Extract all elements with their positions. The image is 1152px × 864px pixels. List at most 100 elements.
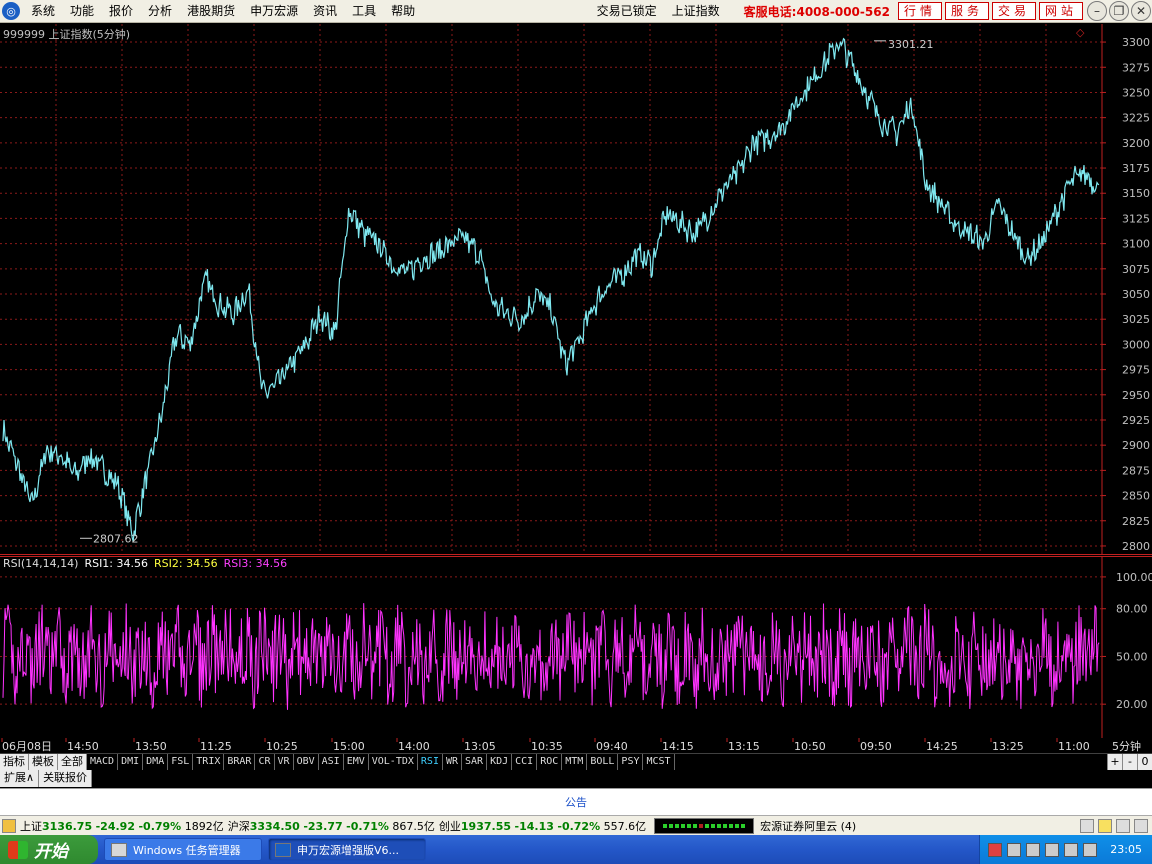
notice-link[interactable]: 公告 — [565, 796, 587, 809]
task-manager-task[interactable]: Windows 任务管理器 — [104, 838, 262, 861]
add-indicator-button[interactable]: + — [1107, 754, 1122, 770]
y-tick-label: 3225 — [1122, 112, 1150, 125]
rsi-chart[interactable]: 100.00 80.00 50.00 20.00 — [0, 556, 1152, 738]
indicator-tab-roc[interactable]: ROC — [537, 754, 563, 770]
tab-indicator[interactable]: 指标 — [0, 754, 29, 770]
time-tick-label: 09:40 — [596, 740, 628, 753]
indicator-tab-macd[interactable]: MACD — [87, 754, 119, 770]
tray-volume-icon[interactable] — [1045, 842, 1060, 857]
close-icon[interactable]: ✕ — [1131, 1, 1151, 21]
indicator-tab-mtm[interactable]: MTM — [562, 754, 588, 770]
y-tick-label: 3250 — [1122, 86, 1150, 99]
rsi-label: RSI(14,14,14) — [3, 557, 79, 570]
rsi-legend: RSI(14,14,14) RSI1: 34.56 RSI2: 34.56 RS… — [3, 557, 287, 570]
swhy-task[interactable]: 申万宏源增强版V6... — [268, 838, 426, 861]
indicator-tab-rsi[interactable]: RSI — [418, 754, 443, 770]
tab-template[interactable]: 模板 — [29, 754, 58, 770]
y-tick-label: 2900 — [1122, 439, 1150, 452]
indicator-tab-vr[interactable]: VR — [275, 754, 294, 770]
indicator-tab-fsl[interactable]: FSL — [168, 754, 194, 770]
minimize-icon[interactable]: – — [1087, 1, 1107, 21]
signal-dot — [723, 823, 728, 828]
indicator-tab-obv[interactable]: OBV — [294, 754, 319, 770]
tab-all[interactable]: 全部 — [58, 754, 87, 770]
quotes-button[interactable]: 行情 — [897, 2, 942, 20]
indicator-tab-cr[interactable]: CR — [255, 754, 275, 770]
tray-network-icon[interactable] — [1026, 842, 1041, 857]
start-button[interactable]: 开始 — [0, 835, 98, 864]
y-tick-label: 2825 — [1122, 515, 1150, 528]
menu-swhy[interactable]: 申万宏源 — [245, 0, 308, 22]
trade-lock-status[interactable]: 交易已锁定 — [592, 0, 667, 22]
indicator-tab-trix[interactable]: TRIX — [193, 754, 225, 770]
index-chinext[interactable]: 创业1937.55 -14.13 -0.72% 557.6亿 — [439, 818, 646, 834]
server-name[interactable]: 宏源证券阿里云 (4) — [760, 818, 856, 834]
window-icon[interactable] — [1080, 818, 1094, 833]
indicator-tab-kdj[interactable]: KDJ — [487, 754, 513, 770]
signal-dot — [711, 823, 716, 828]
menu-news[interactable]: 资讯 — [308, 0, 347, 22]
tray-update-icon[interactable] — [1083, 842, 1098, 857]
menu-bar: ◎ 系统 功能 报价 分析 港股期货 申万宏源 资讯 工具 帮助 交易已锁定 上… — [0, 0, 1152, 23]
indicator-tab-vol-tdx[interactable]: VOL-TDX — [369, 754, 418, 770]
connection-signal-icon — [654, 817, 755, 834]
task-label: Windows 任务管理器 — [133, 843, 241, 857]
remove-indicator-button[interactable]: - — [1122, 754, 1137, 770]
expand-button[interactable]: 扩展∧ — [0, 770, 40, 787]
time-tick-label: 11:25 — [200, 740, 232, 753]
restore-icon[interactable]: ❐ — [1109, 1, 1129, 21]
menu-function[interactable]: 功能 — [65, 0, 104, 22]
reset-indicator-button[interactable]: 0 — [1137, 754, 1152, 770]
indicator-tab-boll[interactable]: BOLL — [587, 754, 619, 770]
price-chart[interactable]: 3300 3275 3250 3225 3200 3175 3150 3125 3100 3075… — [0, 24, 1152, 555]
menu-help[interactable]: 帮助 — [386, 0, 425, 22]
time-tick-label: 13:50 — [135, 740, 167, 753]
settings-icon[interactable] — [1134, 818, 1148, 833]
tray-keyboard-icon[interactable] — [1007, 842, 1022, 857]
time-tick-label: 14:50 — [67, 740, 99, 753]
indicator-tab-mcst[interactable]: MCST — [643, 754, 675, 770]
task-manager-icon — [111, 842, 127, 857]
tray-security-icon[interactable] — [1064, 842, 1079, 857]
indicator-tab-dma[interactable]: DMA — [143, 754, 169, 770]
indicator-tab-sar[interactable]: SAR — [462, 754, 488, 770]
status-bar: 上证3136.75 -24.92 -0.79% 1892亿 沪深3334.50 … — [0, 815, 1152, 835]
period-label[interactable]: 5分钟 — [1104, 738, 1152, 753]
menu-tools[interactable]: 工具 — [347, 0, 386, 22]
bulb-icon[interactable] — [1098, 818, 1112, 833]
related-quotes-button[interactable]: 关联报价 — [39, 770, 93, 787]
menu-quote[interactable]: 报价 — [104, 0, 143, 22]
indicator-tab-brar[interactable]: BRAR — [224, 754, 256, 770]
indicator-tab-dmi[interactable]: DMI — [118, 754, 144, 770]
y-tick-label: 2800 — [1122, 540, 1150, 553]
antenna-icon[interactable] — [1116, 818, 1130, 833]
indicator-tab-asi[interactable]: ASI — [319, 754, 344, 770]
indicator-tab-psy[interactable]: PSY — [618, 754, 644, 770]
chart-title: 999999 上证指数(5分钟) — [3, 28, 131, 41]
swhy-app-icon — [275, 842, 291, 857]
low-label: 2807.62 — [93, 532, 139, 545]
indicator-tab-emv[interactable]: EMV — [344, 754, 369, 770]
rsi1-value: RSI1: 34.56 — [84, 557, 148, 570]
tray-app-icon[interactable] — [988, 842, 1003, 857]
menu-analysis[interactable]: 分析 — [143, 0, 182, 22]
signal-dot — [705, 823, 710, 828]
time-tick-label: 10:25 — [266, 740, 298, 753]
signal-dot — [663, 823, 668, 828]
menu-hk-futures[interactable]: 港股期货 — [182, 0, 245, 22]
menu-system[interactable]: 系统 — [26, 0, 65, 22]
website-button[interactable]: 网站 — [1038, 2, 1083, 20]
rsi-tick-label: 100.00 — [1116, 571, 1152, 584]
indicator-tab-cci[interactable]: CCI — [512, 754, 538, 770]
service-button[interactable]: 服务 — [944, 2, 989, 20]
index-shanghai[interactable]: 上证3136.75 -24.92 -0.79% 1892亿 — [20, 818, 224, 834]
index-hs300[interactable]: 沪深3334.50 -23.77 -0.71% 867.5亿 — [228, 818, 435, 834]
signal-dot — [675, 823, 680, 828]
y-tick-label: 3175 — [1122, 162, 1150, 175]
rsi3-value: RSI3: 34.56 — [223, 557, 288, 570]
y-tick-label: 2925 — [1122, 414, 1150, 427]
time-tick-label: 09:50 — [860, 740, 892, 753]
signal-dot — [735, 823, 740, 828]
trade-button[interactable]: 交易 — [991, 2, 1036, 20]
indicator-tab-wr[interactable]: WR — [443, 754, 463, 770]
